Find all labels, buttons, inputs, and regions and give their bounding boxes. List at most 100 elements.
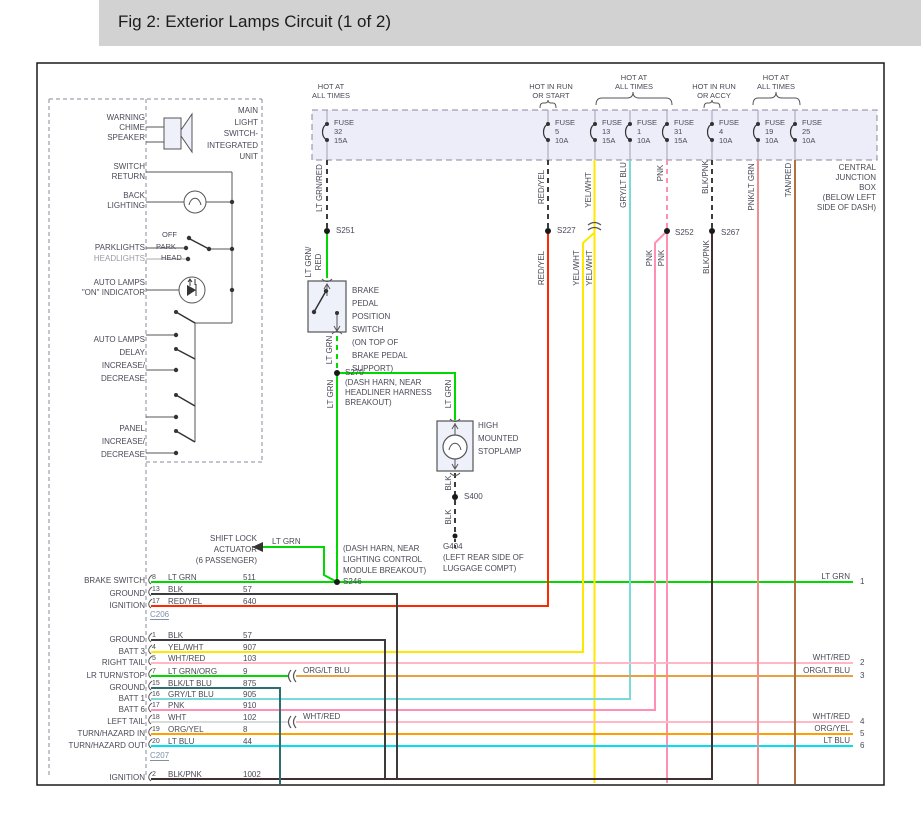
label-shift-lock-wire: LT GRN — [272, 537, 301, 546]
fuse-4: FUSE 4 10A — [719, 118, 740, 145]
circuit-511: 511 — [243, 573, 256, 582]
wlabel-yel-wht-mid2: YEL/WHT — [585, 250, 594, 286]
wlabel-blk-pnk-top: BLK/PNK — [701, 160, 710, 194]
fuse-19: FUSE 19 10A — [765, 118, 786, 145]
wlabel-tan-red-top: TAN/RED — [784, 162, 793, 198]
fuse-1: FUSE 1 10A — [637, 118, 658, 145]
pin-17b: 17 — [152, 702, 160, 709]
high-mounted-stoplamp — [436, 418, 474, 476]
circuit-910: 910 — [243, 701, 257, 710]
pin-15: 15 — [152, 680, 160, 687]
label-auto-delay: AUTO LAMPS DELAY INCREASE/ DECREASE — [93, 335, 145, 383]
wlabel-blk-pnk-mid: BLK/PNK — [702, 240, 711, 274]
splice-s270: S270 (DASH HARN, NEAR HEADLINER HARNESS … — [345, 368, 432, 407]
pin-2: 2 — [152, 771, 156, 778]
unit-title: MAIN LIGHT SWITCH- INTEGRATED UNIT — [207, 106, 258, 161]
pin-13: 13 — [152, 586, 160, 593]
circuit-57: 57 — [243, 585, 252, 594]
exit-num-1: 1 — [860, 577, 865, 586]
fuse-25: FUSE 25 10A — [802, 118, 823, 145]
switch-unit-graphics — [146, 112, 233, 454]
pincolor-16: GRY/LT BLU — [168, 690, 214, 699]
pin-16: 16 — [152, 691, 160, 698]
sig-turn-hazard-out: TURN/HAZARD OUT — [68, 741, 145, 750]
wire-blk-pnk — [151, 231, 713, 780]
brake-pedal-switch — [307, 278, 347, 335]
fuse-13: FUSE 13 15A — [602, 118, 623, 145]
fuse-5: FUSE 5 10A — [555, 118, 576, 145]
pincolor-17: RED/YEL — [168, 597, 203, 606]
pin-4: 4 — [152, 644, 156, 651]
label-park: PARK — [156, 242, 176, 251]
sig-batt6: BATT 6 — [118, 705, 145, 714]
sig-ignition-1: IGNITION — [109, 601, 145, 610]
stoplamp-bulb-icon — [442, 434, 468, 460]
wiring-diagram-page: Fig 2: Exterior Lamps Circuit (1 of 2) H… — [0, 0, 921, 816]
fuse-32: FUSE 32 15A — [334, 118, 355, 145]
wlabel-blk-1: BLK — [444, 475, 453, 491]
circuit-102: 102 — [243, 713, 257, 722]
connector-c207: C207 — [150, 751, 170, 761]
pincolor-20: LT BLU — [168, 737, 195, 746]
exit-label-5: ORG/YEL — [814, 724, 850, 733]
wlabel-lt-grn-red-mid: LT GRN/ RED — [304, 246, 323, 278]
circuit-57b: 57 — [243, 631, 252, 640]
connector-c206: C206 — [150, 610, 170, 620]
label-auto-ind: AUTO LAMPS "ON" INDICATOR — [81, 278, 145, 297]
power-tag-2: HOT IN RUN OR START — [529, 82, 573, 100]
wire-gry-lt-blu — [151, 160, 631, 700]
pincolor-2: BLK/PNK — [168, 770, 202, 779]
pincolor-4: YEL/WHT — [168, 643, 204, 652]
exit-num-3: 3 — [860, 671, 865, 680]
pin-7: 7 — [152, 668, 156, 675]
pincolor-19: ORG/YEL — [168, 725, 204, 734]
pincolor-17b: PNK — [168, 701, 185, 710]
exit-num-5: 5 — [860, 729, 865, 738]
wlabel-blk-2: BLK — [444, 509, 453, 525]
wlabel-lt-grn-3: LT GRN — [444, 379, 453, 409]
circuit-905: 905 — [243, 690, 257, 699]
wlabel-lt-grn-1: LT GRN — [325, 335, 334, 365]
label-stoplamp: HIGH MOUNTED STOPLAMP — [478, 421, 522, 456]
pincolor-7: LT GRN/ORG — [168, 667, 218, 676]
label-panel: PANEL INCREASE/ DECREASE — [100, 424, 145, 459]
splice-s267: S267 — [721, 228, 740, 237]
pincolor-5: WHT/RED — [168, 654, 206, 663]
label-head: HEAD — [161, 253, 182, 262]
pincolor-1: BLK — [168, 631, 184, 640]
label-switch-return: SWITCH RETURN — [111, 162, 145, 181]
circuit-907: 907 — [243, 643, 257, 652]
wlabel-pnk-mid2: PNK — [657, 249, 666, 267]
circuit-8: 8 — [243, 725, 248, 734]
circuit-9: 9 — [243, 667, 248, 676]
sig-ground-2: GROUND — [109, 635, 145, 644]
circuit-103: 103 — [243, 654, 257, 663]
pincolor-8: LT GRN — [168, 573, 197, 582]
sig-left-tail: LEFT TAIL — [107, 717, 145, 726]
wlabel-pnk-top: PNK — [656, 164, 665, 182]
wlabel-yel-wht-top: YEL/WHT — [584, 172, 593, 208]
circuit-640: 640 — [243, 597, 257, 606]
exit-label-3: ORG/LT BLU — [803, 666, 850, 675]
pincolor-13: BLK — [168, 585, 184, 594]
label-off: OFF — [162, 230, 177, 239]
sig-lr-turn-stop: LR TURN/STOP — [86, 671, 145, 680]
wlabel-lt-grn-red-top: LT GRN/RED — [315, 164, 324, 212]
sig-batt3: BATT 3 — [118, 647, 145, 656]
exit-label-4: WHT/RED — [812, 712, 850, 721]
momentary-switch-arms — [175, 311, 196, 443]
pincolor-15: BLK/LT BLU — [168, 679, 212, 688]
exit-label-6: LT BLU — [823, 736, 850, 745]
circuit-875: 875 — [243, 679, 257, 688]
power-tag-3: HOT AT ALL TIMES — [615, 73, 653, 91]
ilabel-wht-red: WHT/RED — [303, 712, 341, 721]
wlabel-pnk-lt-grn-top: PNK/LT GRN — [747, 163, 756, 211]
pin-5: 5 — [152, 655, 156, 662]
ilabel-org-lt-blu: ORG/LT BLU — [303, 666, 350, 675]
pin-8: 8 — [152, 574, 156, 581]
label-brake-switch: BRAKE PEDAL POSITION SWITCH (ON TOP OF B… — [352, 286, 408, 373]
label-parklights: PARKLIGHTS — [94, 243, 145, 252]
fuse-31: FUSE 31 15A — [674, 118, 695, 145]
splice-s246: (DASH HARN, NEAR LIGHTING CONTROL MODULE… — [343, 544, 427, 586]
splice-s252: S252 — [675, 228, 694, 237]
